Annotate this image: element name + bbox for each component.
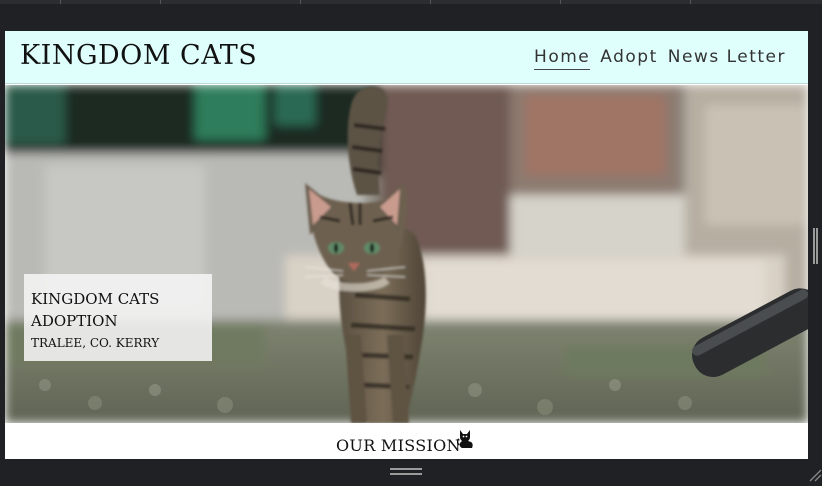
navbar: KINGDOM CATS Home Adopt News Letter: [5, 31, 808, 84]
main-nav: Home Adopt News Letter: [534, 47, 786, 70]
nav-link-adopt[interactable]: Adopt: [600, 47, 657, 70]
mission-section: OUR MISSION: [5, 423, 808, 459]
side-resize-handle[interactable]: [813, 228, 818, 264]
webpage-frame: KINGDOM CATS Home Adopt News Letter KING…: [5, 31, 808, 459]
hero-caption: KINGDOM CATS ADOPTION TRALEE, CO. KERRY: [24, 274, 212, 361]
hero-caption-subtitle: ADOPTION: [31, 312, 118, 330]
hero-caption-location: TRALEE, CO. KERRY: [31, 336, 160, 350]
hero-cat-photo: [5, 85, 808, 423]
nav-link-newsletter[interactable]: News Letter: [668, 47, 786, 70]
browser-chrome-bar: [0, 4, 822, 31]
mission-heading: OUR MISSION: [336, 436, 461, 455]
browser-bottom-bar: [0, 459, 822, 486]
hero-caption-title: KINGDOM CATS: [31, 290, 160, 308]
black-cat-icon: [457, 430, 473, 448]
resize-corner-icon[interactable]: [808, 468, 822, 482]
nav-link-home[interactable]: Home: [534, 47, 591, 70]
bottom-drag-grip[interactable]: [390, 468, 422, 476]
hero-image: KINGDOM CATS ADOPTION TRALEE, CO. KERRY: [5, 85, 808, 423]
brand-logo[interactable]: KINGDOM CATS: [20, 40, 257, 71]
